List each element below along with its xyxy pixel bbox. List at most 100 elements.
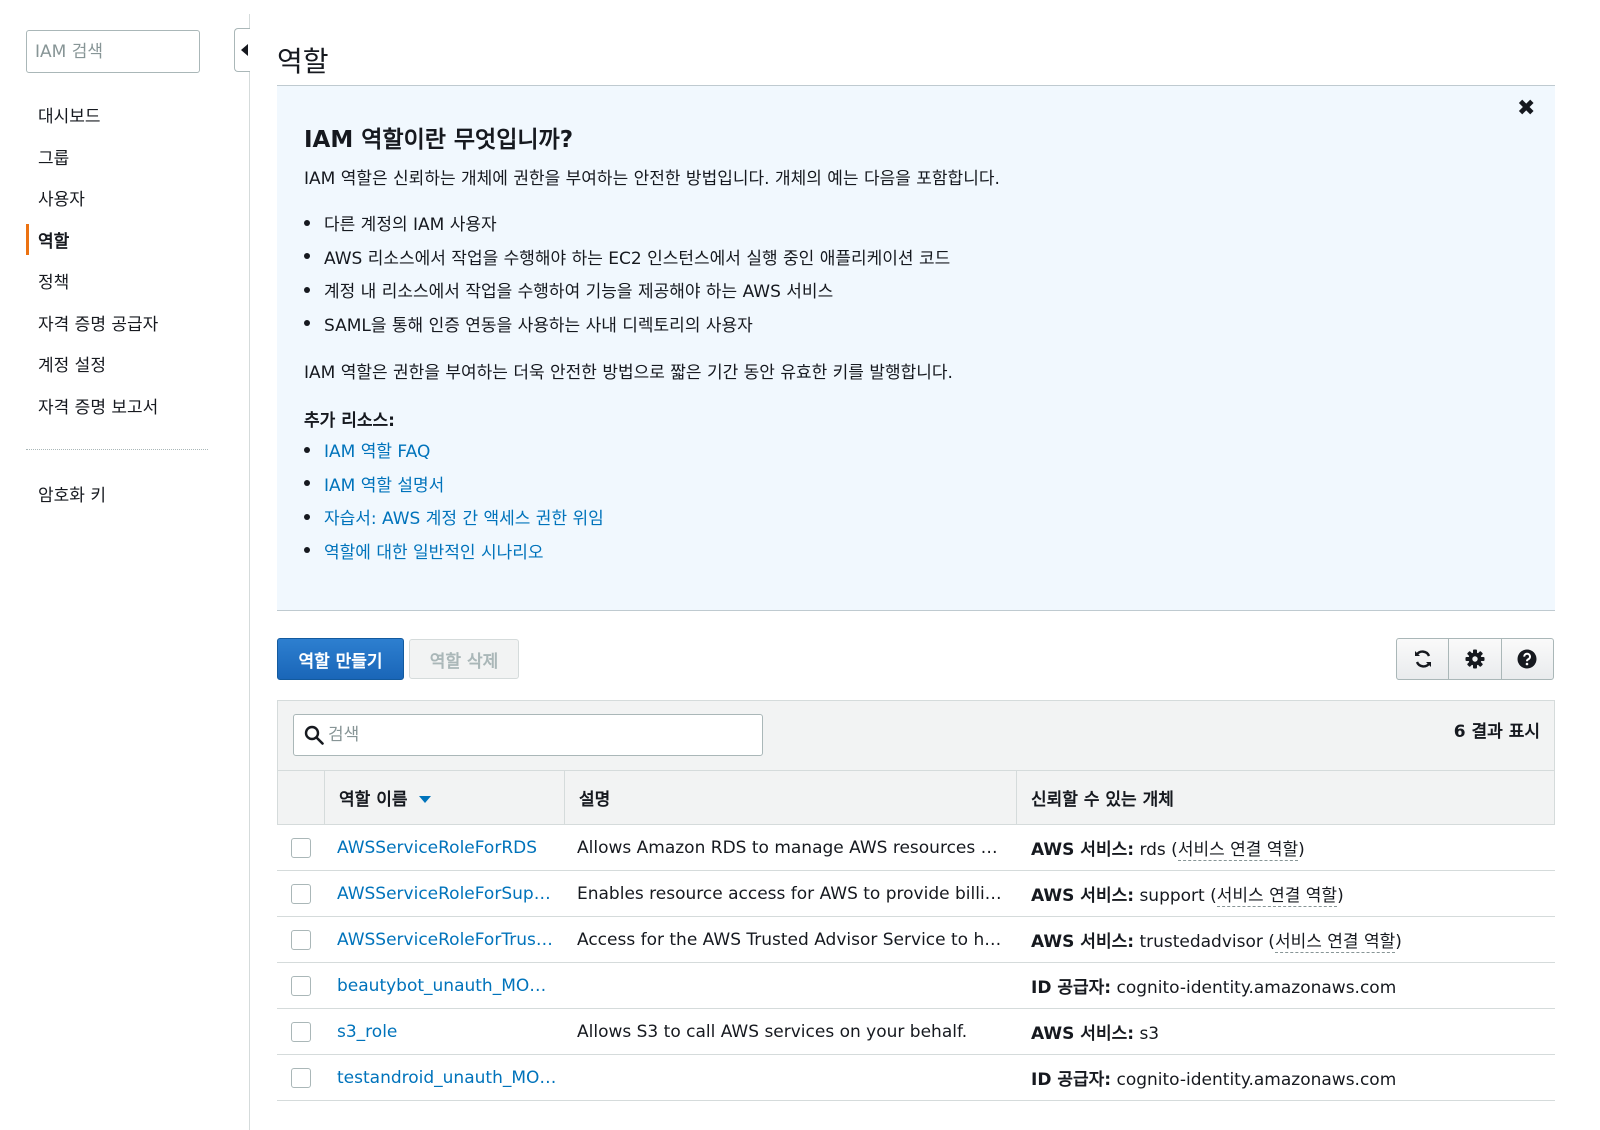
sidebar-item-groups[interactable]: 그룹 <box>26 136 216 178</box>
header-select-col <box>278 771 325 824</box>
help-button[interactable] <box>1502 639 1553 679</box>
row-checkbox[interactable] <box>291 975 311 996</box>
row-checkbox[interactable] <box>291 929 311 950</box>
collapse-sidebar-button[interactable] <box>234 28 250 72</box>
entity-value: trustedadvisor <box>1139 932 1263 952</box>
table-row: beautybot_unauth_MOBILEHUB ID 공급자: cogni… <box>277 963 1555 1009</box>
sidebar-item-account-settings[interactable]: 계정 설정 <box>26 343 216 385</box>
table-search-input[interactable] <box>328 715 748 755</box>
table-actions <box>1396 638 1554 680</box>
trusted-entity: AWS 서비스: trustedadvisor (서비스 연결 역할) <box>1031 932 1402 953</box>
bullet-icon <box>304 513 310 520</box>
link-text[interactable]: 자습서: AWS 계정 간 액세스 권한 위임 <box>324 504 604 529</box>
roles-table: 6 결과 표시 역할 이름 설명 신뢰할 수 있는 개체 AWSServiceR… <box>277 700 1555 1130</box>
sidebar-item-identity-providers[interactable]: 자격 증명 공급자 <box>26 302 216 344</box>
create-role-button[interactable]: 역할 만들기 <box>277 638 404 680</box>
bullet-icon <box>304 286 310 293</box>
sort-desc-icon[interactable] <box>419 795 432 803</box>
header-role-name[interactable]: 역할 이름 <box>325 771 565 824</box>
list-item-text: 다른 계정의 IAM 사용자 <box>324 215 497 236</box>
table-row: AWSServiceRoleForTrustedAdvisor Access f… <box>277 917 1555 963</box>
link-tutorial-cross-account[interactable]: 자습서: AWS 계정 간 액세스 권한 위임 <box>304 500 604 534</box>
trusted-entity: ID 공급자: cognito-identity.amazonaws.com <box>1031 973 1396 998</box>
entity-label: AWS 서비스: <box>1031 886 1135 906</box>
iam-search-input[interactable] <box>26 30 200 73</box>
table-row: AWSServiceRoleForSupport Enables resourc… <box>277 871 1555 917</box>
info-heading: IAM 역할이란 무엇입니까? <box>304 127 574 153</box>
table-row: AWSServiceRoleForRDS Allows Amazon RDS t… <box>277 825 1555 871</box>
info-summary: IAM 역할은 권한을 부여하는 더욱 안전한 방법으로 짧은 기간 동안 유효… <box>304 363 953 383</box>
list-item: SAML을 통해 인증 연동을 사용하는 사내 디렉토리의 사용자 <box>304 307 950 341</box>
list-item: 다른 계정의 IAM 사용자 <box>304 206 950 240</box>
list-item-text: 계정 내 리소스에서 작업을 수행하여 기능을 제공해야 하는 AWS 서비스 <box>324 282 834 303</box>
list-item-text: SAML을 통해 인증 연동을 사용하는 사내 디렉토리의 사용자 <box>324 315 753 336</box>
sidebar-item-credential-report[interactable]: 자격 증명 보고서 <box>26 385 216 427</box>
entity-value: s3 <box>1139 1024 1160 1044</box>
sidebar-item-encryption-keys[interactable]: 암호화 키 <box>26 473 216 514</box>
link-common-scenarios[interactable]: 역할에 대한 일반적인 시나리오 <box>304 534 604 568</box>
delete-role-button: 역할 삭제 <box>409 639 519 679</box>
refresh-icon <box>1414 650 1431 668</box>
result-count: 6 결과 표시 <box>1453 722 1540 742</box>
role-description: Allows S3 to call AWS services on your b… <box>577 1021 968 1042</box>
entity-label: AWS 서비스: <box>1031 932 1135 952</box>
entity-note: 서비스 연결 역할 <box>1177 840 1299 861</box>
role-description: Allows Amazon RDS to manage AWS resource… <box>577 837 1005 858</box>
table-row: s3_role Allows S3 to call AWS services o… <box>277 1009 1555 1055</box>
list-item-text: AWS 리소스에서 작업을 수행해야 하는 EC2 인스턴스에서 실행 중인 애… <box>324 248 951 269</box>
search-icon <box>304 725 324 745</box>
entity-label: ID 공급자: <box>1031 1070 1112 1090</box>
sidebar-item-users[interactable]: 사용자 <box>26 177 216 219</box>
refresh-button[interactable] <box>1397 639 1450 679</box>
settings-button[interactable] <box>1449 639 1502 679</box>
role-name-link[interactable]: AWSServiceRoleForRDS <box>337 838 557 858</box>
list-item: AWS 리소스에서 작업을 수행해야 하는 EC2 인스턴스에서 실행 중인 애… <box>304 240 950 274</box>
entity-note: 서비스 연결 역할 <box>1216 886 1338 907</box>
row-checkbox[interactable] <box>291 883 311 904</box>
table-search[interactable] <box>293 714 763 756</box>
entity-value: support <box>1139 886 1205 906</box>
role-description: Enables resource access for AWS to provi… <box>577 883 1005 904</box>
header-trusted-entities: 신뢰할 수 있는 개체 <box>1017 771 1554 824</box>
resource-links: IAM 역할 FAQ IAM 역할 설명서 자습서: AWS 계정 간 액세스 … <box>304 433 604 567</box>
bullet-icon <box>304 480 310 487</box>
link-iam-roles-faq[interactable]: IAM 역할 FAQ <box>304 433 604 467</box>
role-description: Access for the AWS Trusted Advisor Servi… <box>577 929 1005 950</box>
role-name-link[interactable]: AWSServiceRoleForSupport <box>337 884 557 904</box>
link-text[interactable]: IAM 역할 FAQ <box>324 437 430 462</box>
role-name-link[interactable]: s3_role <box>337 1022 557 1042</box>
close-icon[interactable]: ✖ <box>1517 96 1535 121</box>
info-bullet-list: 다른 계정의 IAM 사용자 AWS 리소스에서 작업을 수행해야 하는 EC2… <box>304 206 950 340</box>
bullet-icon <box>304 320 310 327</box>
trusted-entity: AWS 서비스: support (서비스 연결 역할) <box>1031 886 1344 907</box>
page-title: 역할 <box>277 45 329 78</box>
trusted-entity: AWS 서비스: s3 <box>1031 1019 1159 1044</box>
bullet-icon <box>304 547 310 554</box>
link-text[interactable]: 역할에 대한 일반적인 시나리오 <box>324 538 544 563</box>
row-checkbox[interactable] <box>291 1067 311 1088</box>
trusted-entity: AWS 서비스: rds (서비스 연결 역할) <box>1031 840 1305 861</box>
sidebar-item-policies[interactable]: 정책 <box>26 260 216 302</box>
sidebar-border <box>249 14 250 1130</box>
bullet-icon <box>304 253 310 260</box>
sidebar-item-dashboard[interactable]: 대시보드 <box>26 94 216 136</box>
header-description: 설명 <box>565 771 1017 824</box>
entity-note: 서비스 연결 역할 <box>1274 932 1396 953</box>
role-name-link[interactable]: AWSServiceRoleForTrustedAdvisor <box>337 930 557 950</box>
entity-label: ID 공급자: <box>1031 978 1112 998</box>
row-checkbox[interactable] <box>291 837 311 858</box>
sidebar: 대시보드 그룹 사용자 역할 정책 자격 증명 공급자 계정 설정 자격 증명 … <box>0 0 232 1130</box>
table-row: testandroid_unauth_MOBILEHUB ID 공급자: cog… <box>277 1055 1555 1101</box>
link-text[interactable]: IAM 역할 설명서 <box>324 471 444 496</box>
role-name-link[interactable]: beautybot_unauth_MOBILEHUB <box>337 976 557 996</box>
role-name-link[interactable]: testandroid_unauth_MOBILEHUB <box>337 1068 557 1088</box>
entity-value: rds <box>1139 840 1166 860</box>
header-label: 설명 <box>579 790 611 810</box>
table-toolbar: 6 결과 표시 <box>277 701 1555 770</box>
row-checkbox[interactable] <box>291 1021 311 1042</box>
entity-value: cognito-identity.amazonaws.com <box>1116 1070 1397 1090</box>
link-iam-roles-docs[interactable]: IAM 역할 설명서 <box>304 467 604 501</box>
info-panel: ✖ IAM 역할이란 무엇입니까? IAM 역할은 신뢰하는 개체에 권한을 부… <box>277 85 1555 611</box>
sidebar-item-roles[interactable]: 역할 <box>26 219 216 261</box>
sidebar-secondary-nav: 암호화 키 <box>26 473 216 514</box>
